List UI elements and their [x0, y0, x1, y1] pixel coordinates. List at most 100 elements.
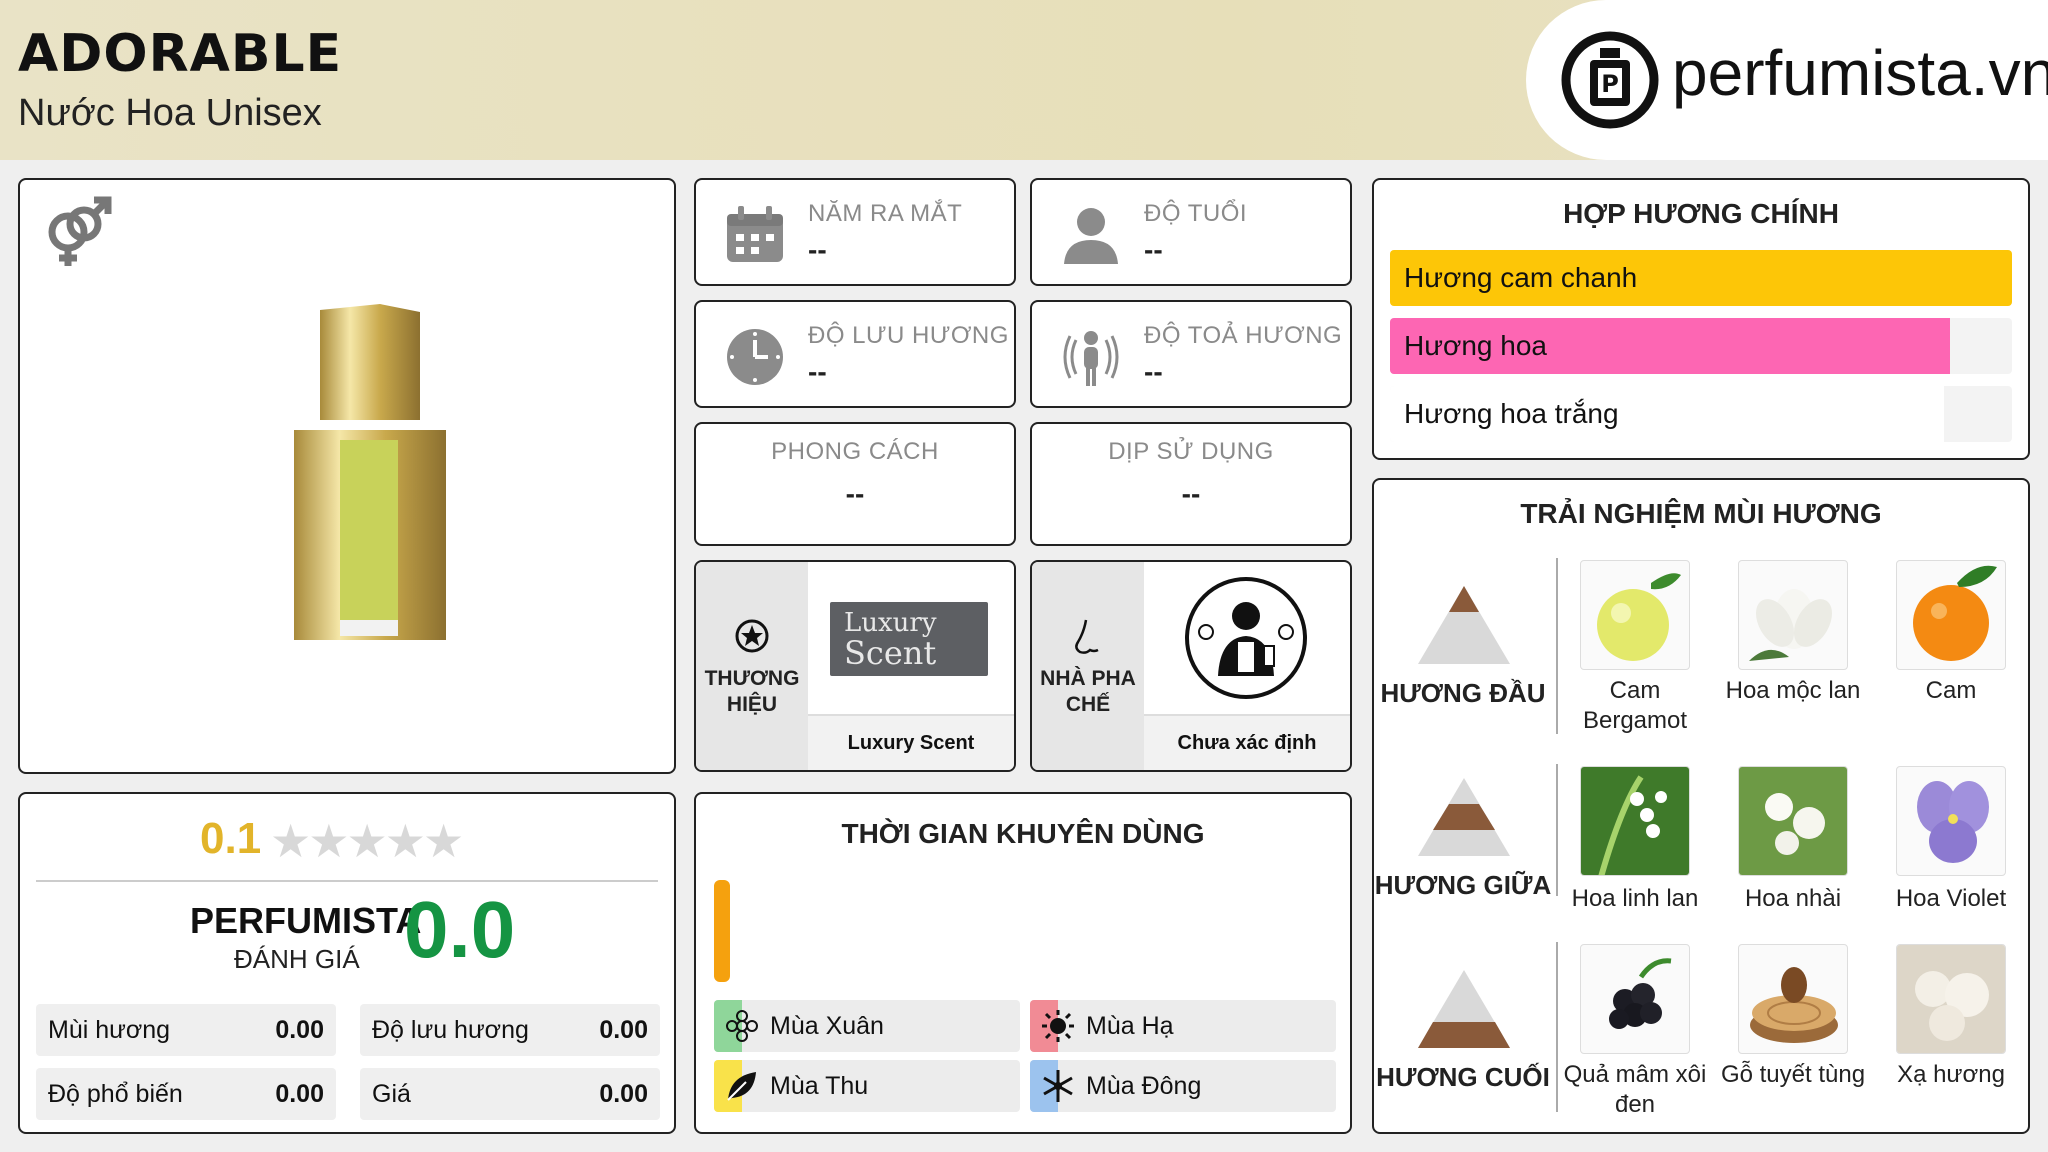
sillage-box: ĐỘ TOẢ HƯƠNG -- — [1030, 300, 1352, 408]
sillage-label: ĐỘ TOẢ HƯƠNG — [1144, 322, 1343, 349]
star-badge-icon — [735, 619, 769, 653]
logo-wordmark[interactable]: perfumista.vn — [1672, 36, 2048, 110]
metric-price: Giá 0.00 — [360, 1068, 660, 1120]
brand-name[interactable]: Luxury Scent — [808, 714, 1014, 770]
accord-bar: Hương hoa — [1390, 318, 2012, 374]
release-year-label: NĂM RA MẮT — [808, 200, 963, 227]
brand-logo-text-line2: Scent — [844, 634, 937, 672]
note-name: Hoa Violet — [1895, 885, 2007, 912]
note-image-jasmine[interactable] — [1738, 766, 1848, 876]
header: ADORABLE Nước Hoa Unisex P perfumista.vn — [0, 0, 2048, 160]
metric-value: 0.00 — [599, 1016, 648, 1044]
accord-label: Hương hoa trắng — [1404, 398, 1619, 429]
note-name: Cam — [1925, 677, 1977, 704]
clock-icon — [727, 329, 783, 385]
usage-time-card: THỜI GIAN KHUYÊN DÙNG Mùa Xuân Mùa Hạ Mù… — [694, 792, 1352, 1134]
occasion-box: DỊP SỬ DỤNG -- — [1030, 422, 1352, 546]
longevity-value: -- — [808, 356, 827, 387]
perfumista-logo-icon[interactable]: P — [1560, 30, 1660, 130]
leaf-icon — [727, 1072, 756, 1101]
longevity-label: ĐỘ LƯU HƯƠNG — [808, 322, 1009, 349]
brand-label-line1: THƯƠNG — [704, 667, 800, 690]
perfume-bottle-image — [294, 304, 446, 640]
sillage-person-icon — [1063, 331, 1119, 386]
unisex-gender-icon — [48, 196, 112, 266]
top-notes-label: HƯƠNG ĐẦU — [1380, 678, 1546, 708]
notes-card: TRẢI NGHIỆM MÙI HƯƠNG HƯƠNG ĐẦU Cam Berg… — [1372, 478, 2030, 1134]
metric-longevity: Độ lưu hương 0.00 — [360, 1004, 660, 1056]
note-name: Hoa mộc lan — [1725, 677, 1861, 704]
season-label: Mùa Hạ — [1086, 1012, 1174, 1040]
pyramid-base-icon — [1418, 970, 1510, 1048]
occasion-value: -- — [1181, 478, 1201, 509]
style-label: PHONG CÁCH — [771, 438, 939, 465]
perfumer-label-line1: NHÀ PHA — [1040, 667, 1136, 690]
occasion-label: DỊP SỬ DỤNG — [1108, 438, 1274, 465]
metric-value: 0.00 — [275, 1016, 324, 1044]
perfumista-score: 0.0 — [404, 885, 516, 974]
note-name: Gỗ tuyết tùng — [1720, 1061, 1866, 1088]
note-name: Hoa nhài — [1744, 885, 1842, 912]
season-summer: Mùa Hạ — [1030, 1000, 1336, 1052]
style-value: -- — [845, 478, 865, 509]
divider-line — [1556, 942, 1558, 1112]
divider-line — [1556, 764, 1558, 896]
product-card — [18, 178, 676, 774]
sun-icon — [1042, 1010, 1074, 1042]
metric-label: Độ phổ biến — [48, 1080, 183, 1108]
divider-line — [1556, 558, 1558, 734]
season-winter: Mùa Đông — [1030, 1060, 1336, 1112]
sillage-value: -- — [1144, 356, 1163, 387]
release-year-box: NĂM RA MẮT -- — [694, 178, 1016, 286]
perfumer-name[interactable]: Chưa xác định — [1144, 714, 1350, 770]
longevity-box: ĐỘ LƯU HƯƠNG -- — [694, 300, 1016, 408]
note-name: Hoa linh lan — [1571, 885, 1699, 912]
notes-title: TRẢI NGHIỆM MÙI HƯƠNG — [1520, 498, 1882, 529]
svg-text:P: P — [1601, 70, 1619, 98]
rating-stars[interactable]: ★★★★★ — [270, 814, 464, 868]
age-value: -- — [1144, 234, 1163, 265]
age-label: ĐỘ TUỔI — [1144, 200, 1248, 227]
metric-value: 0.00 — [275, 1080, 324, 1108]
nose-icon — [1075, 619, 1099, 654]
note-image-musk[interactable] — [1896, 944, 2006, 1054]
note-name: Quả mâm xôi đen — [1563, 1061, 1707, 1118]
age-box: ĐỘ TUỔI -- — [1030, 178, 1352, 286]
note-image-blackberry[interactable] — [1580, 944, 1690, 1054]
base-notes-label: HƯƠNG CUỐI — [1376, 1062, 1550, 1092]
perfumista-label: PERFUMISTA — [190, 900, 422, 941]
note-image-violet[interactable] — [1896, 766, 2006, 876]
season-label: Mùa Xuân — [770, 1012, 884, 1040]
metric-scent: Mùi hương 0.00 — [36, 1004, 336, 1056]
note-name: Cam Bergamot — [1582, 677, 1688, 734]
season-spring: Mùa Xuân — [714, 1000, 1020, 1052]
usage-title: THỜI GIAN KHUYÊN DÙNG — [841, 818, 1205, 849]
note-image-bergamot[interactable] — [1580, 560, 1690, 670]
note-image-orange[interactable] — [1896, 560, 2006, 670]
perfume-title: ADORABLE — [18, 24, 343, 84]
pyramid-top-icon — [1418, 586, 1510, 664]
accord-label: Hương hoa — [1404, 330, 1547, 361]
metric-popularity: Độ phổ biến 0.00 — [36, 1068, 336, 1120]
user-rating-score: 0.1 — [200, 814, 262, 863]
brand-label-line2: HIỆU — [726, 693, 778, 716]
note-name: Xạ hương — [1897, 1061, 2005, 1088]
perfume-subtitle: Nước Hoa Unisex — [18, 92, 322, 134]
note-image-cedar[interactable] — [1738, 944, 1848, 1054]
pyramid-middle-icon — [1418, 778, 1510, 856]
accord-label: Hương cam chanh — [1404, 262, 1638, 293]
perfumista-sublabel: ĐÁNH GIÁ — [234, 944, 360, 974]
rating-divider — [36, 880, 658, 882]
snowflake-icon — [1043, 1070, 1073, 1102]
brand-box[interactable]: THƯƠNG HIỆU Luxury Scent Luxury Scent — [694, 560, 1016, 772]
accords-title: HỢP HƯƠNG CHÍNH — [1563, 198, 1839, 229]
metric-value: 0.00 — [599, 1080, 648, 1108]
note-image-lily-of-the-valley[interactable] — [1580, 766, 1690, 876]
perfumer-avatar-icon — [1185, 577, 1307, 699]
perfumer-box[interactable]: NHÀ PHA CHẾ Chưa xác định — [1030, 560, 1352, 772]
rating-card: 0.1 ★★★★★ PERFUMISTA ĐÁNH GIÁ 0.0 Mùi hư… — [18, 792, 676, 1134]
note-image-magnolia[interactable] — [1738, 560, 1848, 670]
season-autumn: Mùa Thu — [714, 1060, 1020, 1112]
perfumer-label-line2: CHẾ — [1065, 693, 1111, 716]
metric-label: Giá — [372, 1080, 411, 1108]
